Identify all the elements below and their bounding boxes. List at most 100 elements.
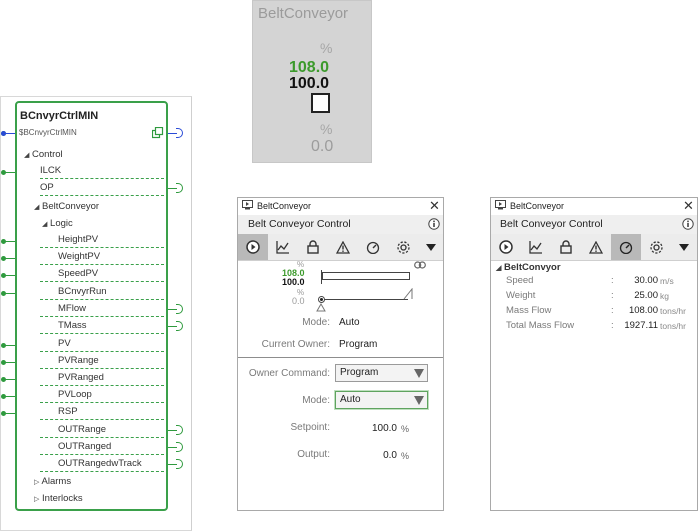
pin-divider [40, 316, 164, 317]
tab-lock[interactable] [551, 234, 581, 260]
tab-trend[interactable] [268, 234, 298, 260]
pin-row-speedpv[interactable]: SpeedPV [0, 266, 192, 283]
output-pin[interactable] [176, 321, 183, 331]
mode-label: Mode: [302, 317, 330, 328]
pin-row-mflow[interactable]: MFlow [0, 301, 192, 318]
pin-row-outranged[interactable]: OUTRanged [0, 439, 192, 456]
tab-settings[interactable] [641, 234, 671, 260]
faceplate-icon [242, 200, 253, 210]
detail-row-unit: tons/hr [660, 321, 686, 331]
tab-bar [491, 234, 697, 261]
pin-row-op[interactable]: OP [0, 180, 192, 197]
mode-select[interactable]: Auto [335, 391, 428, 409]
bar-out-value: 0.0 [292, 296, 305, 306]
pin-row-weightpv[interactable]: WeightPV [0, 249, 192, 266]
trend-icon [276, 241, 289, 254]
owner-label: Current Owner: [261, 339, 330, 350]
output-pin[interactable] [176, 442, 183, 452]
collapse-triangle-icon[interactable]: ◢ [34, 204, 39, 211]
tab-operation[interactable] [238, 234, 268, 260]
output-value[interactable]: 0.0 [357, 450, 397, 461]
pin-label: OP [40, 182, 54, 193]
tab-settings[interactable] [388, 234, 418, 260]
pin-row-pvrange[interactable]: PVRange [0, 353, 192, 370]
pin-row-rsp[interactable]: RSP [0, 404, 192, 421]
function-block-name: BCnvyrCtrlMIN [20, 110, 99, 122]
pin-label: ILCK [40, 165, 62, 176]
output-pin[interactable] [176, 425, 183, 435]
detail-row-unit: tons/hr [660, 306, 686, 316]
lock-icon [307, 240, 319, 254]
summary-pct-bottom: % [320, 121, 333, 137]
pin-label: TMass [58, 320, 87, 331]
collapse-triangle-icon[interactable]: ◢ [24, 152, 29, 159]
close-icon[interactable]: ✕ [683, 198, 694, 214]
output-pin[interactable] [176, 304, 183, 314]
pin-label: OUTRangedwTrack [58, 458, 142, 469]
tab-alarm[interactable] [328, 234, 358, 260]
output-slider-dot [320, 298, 323, 301]
detail-row-value: 108.00 [628, 305, 658, 316]
pin-divider [40, 333, 164, 334]
setpoint-value[interactable]: 100.0 [357, 423, 397, 434]
tab-alarm[interactable] [581, 234, 611, 260]
tree-group-logic[interactable]: ◢ Logic [42, 218, 73, 229]
detail-row-value: 30.00 [634, 275, 658, 286]
expand-triangle-icon[interactable]: ▷ [34, 496, 39, 503]
info-icon[interactable] [682, 218, 694, 230]
trend-icon [529, 241, 542, 254]
output-pin[interactable] [176, 183, 183, 193]
play-icon [246, 240, 260, 254]
section-label: BeltConvyor [504, 262, 561, 273]
pin-row-bcnvyrrun[interactable]: BCnvyrRun [0, 284, 192, 301]
output-pin[interactable] [176, 459, 183, 469]
detail-section[interactable]: ◢ BeltConvyor [496, 262, 561, 273]
header-text: Belt Conveyor Control [500, 218, 603, 230]
pin-row-outrange[interactable]: OUTRange [0, 422, 192, 439]
pin-label: HeightPV [58, 234, 99, 245]
pin-divider [40, 471, 164, 472]
pin-divider [40, 419, 164, 420]
pin-row-pv[interactable]: PV [0, 336, 192, 353]
collapse-triangle-icon[interactable]: ◢ [496, 265, 501, 272]
close-icon[interactable]: ✕ [429, 198, 440, 214]
pin-wire [3, 362, 15, 363]
gauge-icon [619, 241, 633, 254]
tree-group-alarms[interactable]: ▷ Alarms [34, 476, 71, 487]
output-slider-track[interactable] [322, 299, 408, 300]
pin-divider [40, 299, 164, 300]
copy-icon[interactable] [152, 127, 164, 139]
tree-group-interlocks[interactable]: ▷ Interlocks [34, 493, 83, 504]
pin-divider [40, 351, 164, 352]
tab-gauge[interactable] [358, 234, 388, 260]
collapse-triangle-icon[interactable]: ◢ [42, 221, 47, 228]
setpoint-label: Setpoint: [290, 422, 330, 433]
link-icon[interactable] [414, 261, 426, 269]
detail-row-label: Mass Flow [506, 305, 552, 316]
tree-group-control[interactable]: ◢ Control [24, 149, 63, 160]
pin-row-heightpv[interactable]: HeightPV [0, 232, 192, 249]
pin-label: OUTRange [58, 424, 107, 435]
expand-triangle-icon[interactable]: ▷ [34, 479, 39, 486]
pin-row-ilck[interactable]: ILCK [0, 163, 192, 180]
tree-group-beltconveyor[interactable]: ◢ BeltConveyor [34, 201, 99, 212]
detail-row-value: 1927.11 [624, 320, 658, 331]
pin-label: PVRange [58, 355, 99, 366]
pin-row-tmass[interactable]: TMass [0, 318, 192, 335]
pin-wire [3, 293, 15, 294]
tab-more[interactable] [418, 234, 443, 260]
pin-row-pvloop[interactable]: PVLoop [0, 387, 192, 404]
summary-sp-value: 100.0 [289, 75, 330, 92]
tab-more[interactable] [671, 234, 697, 260]
tab-gauge[interactable] [611, 234, 641, 260]
tab-operation[interactable] [491, 234, 521, 260]
info-icon[interactable] [428, 218, 440, 230]
tab-trend[interactable] [521, 234, 551, 260]
pin-row-outrangedwtrack[interactable]: OUTRangedwTrack [0, 456, 192, 473]
tab-lock[interactable] [298, 234, 328, 260]
window-header: Belt Conveyor Control [238, 215, 443, 234]
instance-pin[interactable] [1, 131, 6, 136]
pin-row-pvranged[interactable]: PVRanged [0, 370, 192, 387]
owner-command-select[interactable]: Program [335, 364, 428, 382]
summary-title: BeltConveyor [258, 5, 349, 22]
